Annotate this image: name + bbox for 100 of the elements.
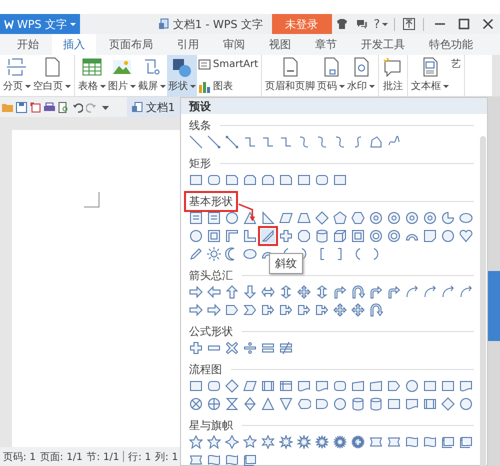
ribbon-tab[interactable]: 开始 (6, 34, 50, 55)
rectangle-icon[interactable] (333, 173, 347, 187)
flowchart-icon[interactable] (261, 397, 275, 411)
star-icon[interactable] (315, 435, 329, 449)
star-icon[interactable] (207, 435, 221, 449)
star-icon[interactable] (189, 435, 203, 449)
star-icon[interactable] (369, 435, 383, 449)
arrow-icon[interactable] (297, 303, 311, 317)
arrow-icon[interactable] (423, 285, 437, 299)
ribbon-tab[interactable]: 特色功能 (418, 34, 484, 55)
line-icon[interactable] (297, 135, 311, 149)
flowchart-icon[interactable] (225, 397, 239, 411)
line-icon[interactable] (189, 135, 203, 149)
star-icon[interactable] (189, 453, 203, 466)
star-icon[interactable] (261, 435, 275, 449)
arrow-icon[interactable] (405, 285, 419, 299)
star-icon[interactable] (423, 435, 437, 449)
arrow-icon[interactable] (297, 285, 311, 299)
arrow-icon[interactable] (351, 303, 365, 317)
rectangle-icon[interactable] (189, 173, 203, 187)
arrow-icon[interactable] (369, 285, 383, 299)
arrow-icon[interactable] (315, 303, 329, 317)
ribbon-button[interactable]: 文本框 (410, 55, 450, 96)
arrow-icon[interactable] (441, 285, 455, 299)
undo-icon[interactable] (72, 102, 83, 112)
star-icon[interactable] (441, 435, 455, 449)
help-button[interactable]: ? (372, 17, 390, 31)
flowchart-icon[interactable] (405, 397, 419, 411)
flowchart-icon[interactable] (315, 379, 329, 393)
ribbon-tab[interactable]: 插入 (52, 34, 96, 55)
flowchart-icon[interactable] (333, 379, 347, 393)
maximize-icon[interactable] (458, 18, 470, 30)
shirt-icon[interactable] (336, 18, 348, 30)
star-icon[interactable] (297, 435, 311, 449)
flowchart-icon[interactable] (405, 379, 419, 393)
line-icon[interactable] (243, 135, 257, 149)
scrollbar[interactable] (480, 136, 486, 466)
flowchart-icon[interactable] (423, 397, 437, 411)
flowchart-icon[interactable] (441, 397, 455, 411)
formula-icon[interactable] (243, 341, 257, 355)
ribbon-button[interactable]: 空白页 (32, 55, 72, 96)
arrow-icon[interactable] (189, 285, 203, 299)
arrow-icon[interactable] (243, 285, 257, 299)
flowchart-icon[interactable] (207, 379, 221, 393)
ribbon-button[interactable]: 图表 (197, 78, 260, 94)
arrow-icon[interactable] (189, 303, 203, 317)
app-menu-button[interactable]: WPS 文字 (0, 14, 80, 34)
flowchart-icon[interactable] (315, 397, 329, 411)
arrow-icon[interactable] (459, 285, 473, 299)
flowchart-icon[interactable] (351, 397, 365, 411)
line-icon[interactable] (369, 135, 383, 149)
flowchart-icon[interactable] (423, 379, 437, 393)
arrow-icon[interactable] (261, 285, 275, 299)
close-icon[interactable] (482, 18, 494, 30)
ribbon-button[interactable]: SmartArt (197, 57, 260, 72)
star-icon[interactable] (459, 435, 473, 449)
ribbon-button[interactable]: 艺 (450, 55, 462, 96)
star-icon[interactable] (405, 435, 419, 449)
chat-icon[interactable] (356, 18, 368, 30)
arrow-icon[interactable] (279, 303, 293, 317)
line-icon[interactable] (279, 135, 293, 149)
flowchart-icon[interactable] (189, 397, 203, 411)
flowchart-icon[interactable] (225, 379, 239, 393)
flowchart-icon[interactable] (369, 379, 383, 393)
flowchart-icon[interactable] (351, 379, 365, 393)
star-icon[interactable] (225, 435, 239, 449)
ribbon-button[interactable]: 分页 (2, 55, 32, 96)
preview-icon[interactable] (58, 102, 69, 112)
line-icon[interactable] (315, 135, 329, 149)
arrow-icon[interactable] (243, 303, 257, 317)
flowchart-icon[interactable] (459, 379, 473, 393)
flowchart-icon[interactable] (297, 379, 311, 393)
ribbon-scrollbar[interactable] (492, 55, 500, 96)
star-icon[interactable] (279, 435, 293, 449)
formula-icon[interactable] (279, 341, 293, 355)
flowchart-icon[interactable] (459, 397, 473, 411)
flowchart-icon[interactable] (207, 397, 221, 411)
arrow-icon[interactable] (333, 303, 347, 317)
ribbon-tab[interactable]: 视图 (258, 34, 302, 55)
star-icon[interactable] (243, 453, 257, 466)
ribbon-button[interactable]: 图片 (107, 55, 137, 96)
arrow-icon[interactable] (369, 303, 383, 317)
export-icon[interactable] (30, 102, 41, 112)
line-icon[interactable] (261, 135, 275, 149)
arrow-icon[interactable] (225, 303, 239, 317)
flowchart-icon[interactable] (297, 397, 311, 411)
rectangle-icon[interactable] (297, 173, 311, 187)
flowchart-icon[interactable] (333, 397, 347, 411)
line-icon[interactable] (207, 135, 221, 149)
rectangle-icon[interactable] (207, 173, 221, 187)
arrow-icon[interactable] (387, 285, 401, 299)
ribbon-tab[interactable]: 审阅 (212, 34, 256, 55)
ribbon-button[interactable]: 页眉和页脚 (264, 55, 316, 96)
formula-icon[interactable] (189, 341, 203, 355)
save-icon[interactable] (16, 102, 27, 112)
arrow-icon[interactable] (207, 285, 221, 299)
star-icon[interactable] (243, 435, 257, 449)
ribbon-button[interactable]: 水印 (346, 55, 376, 96)
star-icon[interactable] (207, 453, 221, 466)
star-icon[interactable] (225, 453, 239, 466)
